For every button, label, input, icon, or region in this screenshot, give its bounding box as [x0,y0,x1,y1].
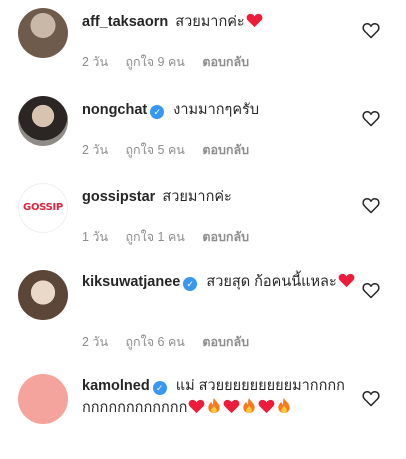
avatar[interactable] [18,8,68,58]
likes-count[interactable]: ถูกใจ 5 คน [125,143,184,157]
comment-meta: 1 วัน ถูกใจ 1 คน ตอบกลับ [82,227,263,247]
comment-text: aff_taksaorn สวยมากค่ะ [82,12,362,35]
like-heart-icon[interactable] [361,20,381,40]
avatar-logo-text: GOSSIP [23,202,63,213]
reply-button[interactable]: ตอบกลับ [202,55,249,69]
like-heart-icon[interactable] [361,280,381,300]
comment-body: สวยสุด ก้อคนนี้แหละ [206,274,337,290]
heart-emoji-icon [188,399,205,421]
verified-badge-icon: ✓ [183,277,198,291]
comment-meta: 2 วัน ถูกใจ 9 คน ตอบกลับ [82,52,263,72]
heart-emoji-icon [258,399,275,421]
comment-meta: 2 วัน ถูกใจ 5 คน ตอบกลับ [82,140,263,160]
username[interactable]: gossipstar [82,189,155,205]
comment-body: งามมากๆครับ [173,102,260,118]
likes-count[interactable]: ถูกใจ 6 คน [125,335,184,349]
verified-badge-icon: ✓ [152,381,167,395]
reply-button[interactable]: ตอบกลับ [202,230,249,244]
timestamp[interactable]: 2 วัน [82,335,108,349]
like-heart-icon[interactable] [361,108,381,128]
avatar[interactable] [18,96,68,146]
fire-emoji-icon [277,397,291,421]
fire-emoji-icon [207,397,221,421]
username[interactable]: nongchat [82,102,147,118]
comment-text: kamolned ✓ แม่ สวยยยยยยยยยมากกกกกกกกกกกกก… [82,376,352,421]
avatar[interactable]: GOSSIP [18,183,68,233]
username[interactable]: kamolned [82,378,150,394]
comment-meta: 2 วัน ถูกใจ 6 คน ตอบกลับ [82,332,263,352]
verified-badge-icon: ✓ [150,105,165,119]
heart-emoji-icon [246,13,263,35]
fire-emoji-icon [242,397,256,421]
likes-count[interactable]: ถูกใจ 9 คน [125,55,184,69]
heart-emoji-icon [223,399,240,421]
heart-emoji-icon [338,273,355,295]
avatar[interactable] [18,374,68,424]
timestamp[interactable]: 1 วัน [82,230,108,244]
timestamp[interactable]: 2 วัน [82,143,108,157]
comment-body: สวยมากค่ะ [175,14,245,30]
comment-body: สวยมากค่ะ [162,189,232,205]
comment-text: gossipstar สวยมากค่ะ [82,187,362,208]
username[interactable]: kiksuwatjanee [82,274,180,290]
avatar[interactable] [18,270,68,320]
timestamp[interactable]: 2 วัน [82,55,108,69]
reply-button[interactable]: ตอบกลับ [202,335,249,349]
like-heart-icon[interactable] [361,195,381,215]
username[interactable]: aff_taksaorn [82,14,168,30]
like-heart-icon[interactable] [361,388,381,408]
comment-text: kiksuwatjanee ✓ สวยสุด ก้อคนนี้แหละ [82,272,357,295]
likes-count[interactable]: ถูกใจ 1 คน [125,230,184,244]
comment-text: nongchat ✓ งามมากๆครับ [82,100,362,121]
reply-button[interactable]: ตอบกลับ [202,143,249,157]
